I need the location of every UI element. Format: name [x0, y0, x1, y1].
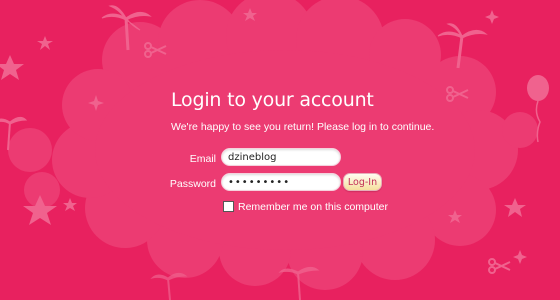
password-label: Password — [169, 178, 216, 190]
email-label: Email — [189, 153, 216, 165]
login-button[interactable]: Log-In — [343, 173, 382, 191]
email-field[interactable] — [221, 148, 341, 166]
login-page: Login to your account We're happy to see… — [0, 0, 560, 300]
remember-me-checkbox[interactable] — [223, 201, 234, 212]
page-title: Login to your account — [171, 89, 374, 111]
password-field[interactable] — [221, 173, 341, 191]
remember-me-label[interactable]: Remember me on this computer — [238, 201, 388, 213]
welcome-message: We're happy to see you return! Please lo… — [171, 121, 435, 133]
